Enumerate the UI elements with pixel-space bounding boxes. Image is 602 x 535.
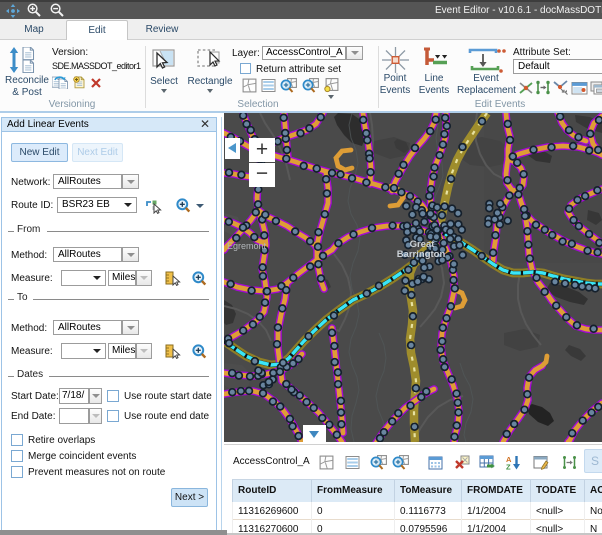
svg-text:Barrington: Barrington xyxy=(397,249,446,260)
svg-text:Egremont: Egremont xyxy=(227,241,267,251)
svg-text:Z: Z xyxy=(506,463,511,471)
